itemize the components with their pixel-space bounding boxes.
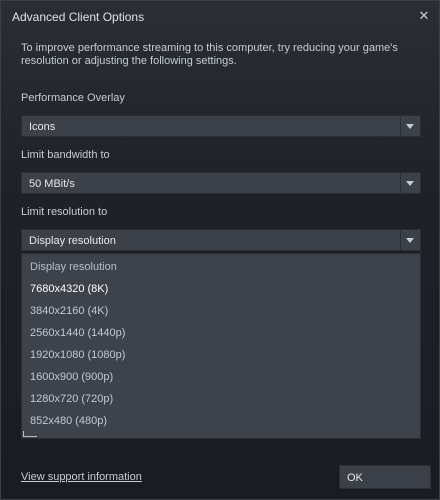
intro-text: To improve performance streaming to this… (21, 42, 398, 67)
resolution-option[interactable]: 2560x1440 (1440p) (22, 322, 420, 343)
checkbox-stub (23, 431, 37, 437)
resolution-value: Display resolution (29, 235, 116, 247)
bandwidth-label: Limit bandwidth to (21, 149, 110, 161)
dialog-title: Advanced Client Options (12, 10, 145, 24)
title-bar: Advanced Client Options ✕ (1, 1, 439, 31)
chevron-down-icon[interactable] (400, 116, 420, 136)
resolution-option[interactable]: 1600x900 (900p) (22, 366, 420, 387)
performance-overlay-value: Icons (29, 121, 56, 133)
advanced-client-options-dialog: Advanced Client Options ✕ To improve per… (0, 0, 440, 500)
performance-overlay-select[interactable]: Icons (21, 115, 421, 137)
resolution-option[interactable]: 3840x2160 (4K) (22, 300, 420, 321)
resolution-select[interactable]: Display resolution (21, 229, 421, 251)
ok-button-label: OK (347, 472, 363, 484)
resolution-option[interactable]: 852x480 (480p) (22, 410, 420, 431)
resolution-option[interactable]: 1280x720 (720p) (22, 388, 420, 409)
resolution-option[interactable]: 1920x1080 (1080p) (22, 344, 420, 365)
close-icon[interactable]: ✕ (415, 7, 433, 25)
chevron-down-icon[interactable] (400, 230, 420, 250)
resolution-option[interactable]: 7680x4320 (8K) (22, 278, 420, 299)
bandwidth-select[interactable]: 50 MBit/s (21, 172, 421, 194)
performance-overlay-label: Performance Overlay (21, 92, 125, 104)
resolution-label: Limit resolution to (21, 206, 108, 218)
bandwidth-value: 50 MBit/s (29, 178, 75, 190)
chevron-down-icon[interactable] (400, 173, 420, 193)
resolution-dropdown-list: Display resolution 7680x4320 (8K) 3840x2… (21, 253, 421, 439)
view-support-information-link[interactable]: View support information (21, 471, 142, 483)
ok-button[interactable]: OK (339, 465, 431, 489)
resolution-option[interactable]: Display resolution (22, 256, 420, 277)
